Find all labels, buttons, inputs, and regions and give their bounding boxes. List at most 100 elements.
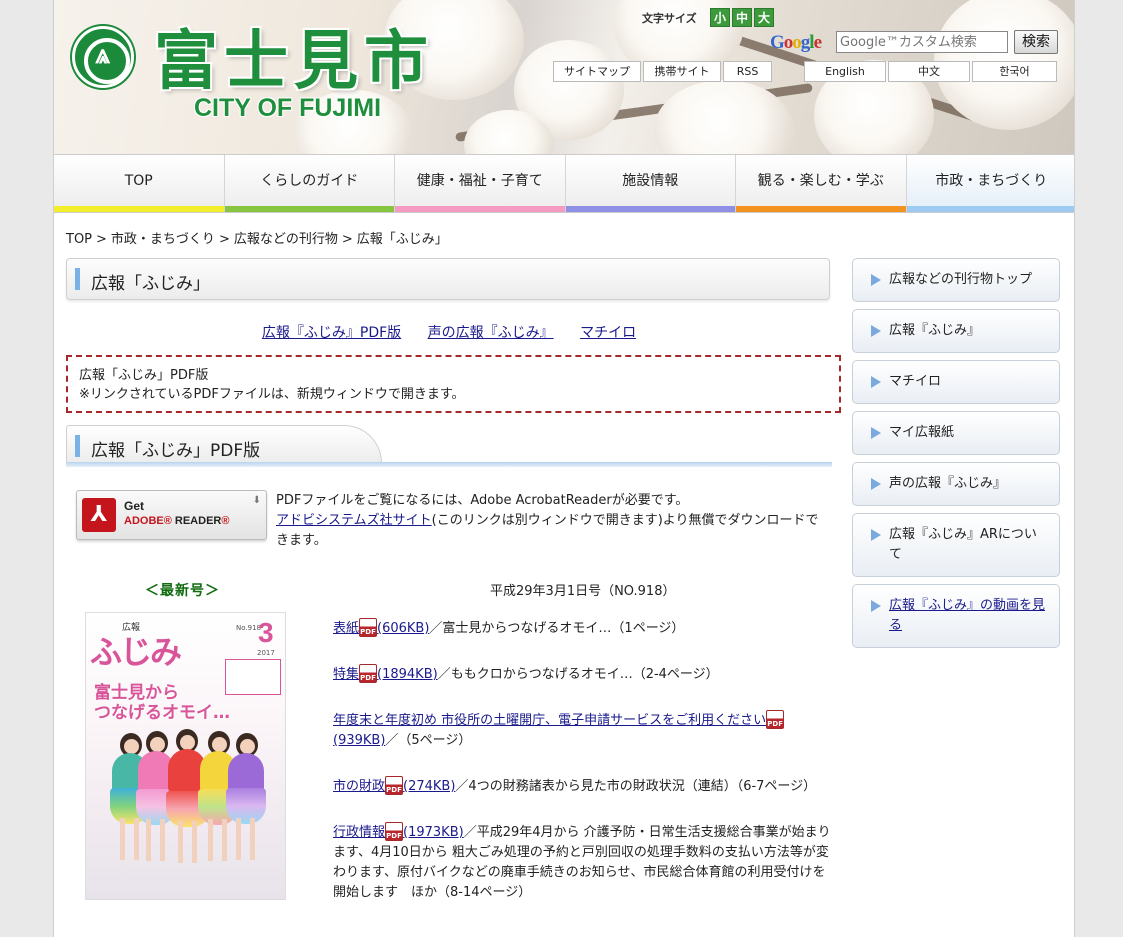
article-desc: ／（5ページ） [385,733,472,748]
notice-box: 広報「ふじみ」PDF版 ※リンクされているPDFファイルは、新規ウィンドウで開き… [66,355,841,413]
cover-logo: ふじみ [90,633,182,671]
site-logo-en[interactable]: CITY OF FUJIMI [194,94,381,123]
list-item: 表紙PDF(606KB)／富士見からつなげるオモイ…（1ページ） [333,618,833,639]
article-size-link[interactable]: (606KB) [377,621,429,636]
nav-top-label: TOP [124,173,153,189]
city-emblem-icon[interactable]: ⩓ [72,26,134,88]
list-item: 行政情報PDF(1973KB)／平成29年4月から 介護予防・日常生活支援総合事… [333,822,833,903]
article-title-link[interactable]: 行政情報 [333,825,385,840]
pdf-icon: PDF [385,776,404,795]
triangle-right-icon [871,600,881,612]
triangle-right-icon [871,529,881,541]
sidebar-item-machiiro[interactable]: マチイロ [852,360,1060,404]
pdf-icon: PDF [385,822,404,841]
search-input[interactable] [836,31,1008,53]
triangle-right-icon [871,325,881,337]
nav-top[interactable]: TOP [54,155,225,212]
get-adobe-reader-button[interactable]: ⅄ Get ADOBE® READER® ⬇ [76,490,267,540]
nav-culture[interactable]: 観る・楽しむ・学ぶ [736,155,907,212]
sidebar-item-label: マチイロ [889,374,942,389]
nav-city-planning[interactable]: 市政・まちづくり [906,155,1074,212]
page: ⩓ 富士見市 CITY OF FUJIMI 文字サイズ 小 中 大 Google… [53,0,1075,937]
adobe-reader-icon: ⅄ [82,498,116,532]
latest-issue-label: ＜最新号＞ [145,583,220,599]
sidebar-item-label: 声の広報『ふじみ』 [889,476,1007,491]
voice-edition-link[interactable]: 声の広報『ふじみ』 [428,325,554,341]
article-size-link[interactable]: (274KB) [403,779,455,794]
page-title: 広報「ふじみ」 [91,274,210,294]
sidebar-item-label: 広報『ふじみ』ARについて [889,527,1037,562]
breadcrumb-separator: > [96,232,107,247]
article-title-link[interactable]: 年度末と年度初め 市役所の土曜開庁、電子申請サービスをご利用ください [333,713,766,728]
pdf-icon: PDF [766,710,785,729]
cover-year: 2017 [257,649,275,657]
article-desc: ／ももクロからつなげるオモイ…（2-4ページ） [437,667,719,682]
nav-culture-label: 観る・楽しむ・学ぶ [757,173,884,189]
sidebar-item-ar[interactable]: 広報『ふじみ』ARについて [852,513,1060,577]
sidebar: 広報などの刊行物トップ 広報『ふじみ』 マチイロ マイ広報紙 声の広報『ふじみ』… [852,258,1060,655]
article-desc: ／富士見からつなげるオモイ…（1ページ） [429,621,685,636]
nav-health-welfare[interactable]: 健康・福祉・子育て [395,155,566,212]
sidebar-item-label[interactable]: 広報『ふじみ』の動画を見る [889,598,1045,633]
breadcrumb-city-planning[interactable]: 市政・まちづくり [111,232,215,247]
nav-facilities[interactable]: 施設情報 [565,155,736,212]
cover-month: 3 [258,617,274,648]
nav-facilities-label: 施設情報 [622,173,679,189]
article-title-link[interactable]: 表紙 [333,621,359,636]
pdf-icon: PDF [359,664,378,683]
nav-living-guide-label: くらしのガイド [260,173,359,189]
site-logo[interactable]: 富士見市 [154,10,434,102]
breadcrumb-separator: > [341,232,353,247]
breadcrumb-top[interactable]: TOP [66,232,92,247]
article-title-link[interactable]: 特集 [333,667,359,682]
font-size-large-button[interactable]: 大 [754,8,774,27]
list-item: 市の財政PDF(274KB)／4つの財務諸表から見た市の財政状況（連結）（6-7… [333,776,833,797]
page-title-box: 広報「ふじみ」 [66,258,830,300]
sidebar-item-label: 広報『ふじみ』 [889,323,981,338]
article-desc: ／4つの財務諸表から見た市の財政状況（連結）（6-7ページ） [455,779,817,794]
sidebar-item-koho-fujimi[interactable]: 広報『ふじみ』 [852,309,1060,353]
sidebar-item-my-kohoshi[interactable]: マイ広報紙 [852,411,1060,455]
acrobat-get-text: Get [124,499,145,513]
nav-health-welfare-label: 健康・福祉・子育て [416,173,543,189]
machiiro-link[interactable]: マチイロ [580,325,636,341]
issue-cover-image[interactable]: 広報 ふじみ No.918 3 2017 富士見から つなげるオモイ… [85,612,286,900]
mobile-site-link[interactable]: 携帯サイト [643,61,721,82]
sidebar-item-publications-top[interactable]: 広報などの刊行物トップ [852,258,1060,302]
cover-info-box [225,659,281,695]
triangle-right-icon [871,376,881,388]
nav-city-planning-label: 市政・まちづくり [935,173,1048,189]
list-item: 特集PDF(1894KB)／ももクロからつなげるオモイ…（2-4ページ） [333,664,833,685]
site-header: ⩓ 富士見市 CITY OF FUJIMI 文字サイズ 小 中 大 Google… [54,0,1074,154]
triangle-right-icon [871,478,881,490]
article-size-link[interactable]: (939KB) [333,733,385,748]
issue-date: 平成29年3月1日号（NO.918） [490,584,676,599]
lang-english-link[interactable]: English [804,61,886,82]
notice-line: 広報「ふじみ」PDF版 [79,368,209,383]
nav-living-guide[interactable]: くらしのガイド [224,155,395,212]
font-size-small-button[interactable]: 小 [710,8,730,27]
breadcrumb-publications[interactable]: 広報などの刊行物 [234,232,338,247]
sitemap-link[interactable]: サイトマップ [553,61,641,82]
lang-korean-link[interactable]: 한국어 [972,61,1057,82]
google-logo: Google [770,32,822,53]
article-size-link[interactable]: (1973KB) [403,825,464,840]
font-size-medium-button[interactable]: 中 [732,8,752,27]
sidebar-item-voice-koho[interactable]: 声の広報『ふじみ』 [852,462,1060,506]
sidebar-item-video[interactable]: 広報『ふじみ』の動画を見る [852,584,1060,648]
breadcrumb-current: 広報「ふじみ」 [356,232,448,247]
acrobat-name-text: ADOBE® READER® [124,515,230,527]
pdf-edition-link[interactable]: 広報『ふじみ』PDF版 [262,325,401,341]
breadcrumb: TOP > 市政・まちづくり > 広報などの刊行物 > 広報「ふじみ」 [66,228,448,247]
triangle-right-icon [871,274,881,286]
article-size-link[interactable]: (1894KB) [377,667,438,682]
article-title-link[interactable]: 市の財政 [333,779,385,794]
breadcrumb-separator: > [218,232,230,247]
lang-chinese-link[interactable]: 中文 [888,61,970,82]
search-button[interactable]: 検索 [1014,30,1058,54]
rss-link[interactable]: RSS [723,61,772,82]
font-size-label: 文字サイズ [642,12,697,25]
sidebar-item-label: マイ広報紙 [889,425,955,440]
section-title: 広報「ふじみ」PDF版 [91,441,261,461]
adobe-site-link[interactable]: アドビシステムズ社サイト [276,513,432,528]
